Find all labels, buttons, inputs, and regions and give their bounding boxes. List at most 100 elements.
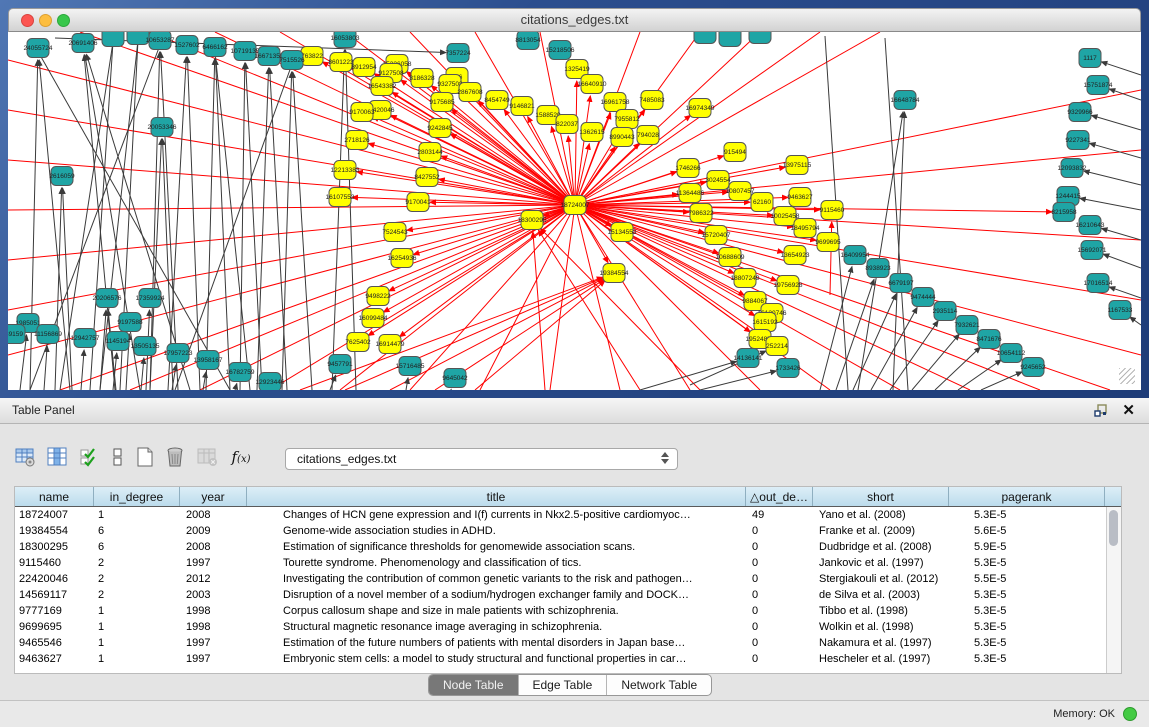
close-panel-icon[interactable]: ✕: [1122, 401, 1135, 419]
graph-node[interactable]: 16648784: [891, 91, 920, 110]
graph-node[interactable]: 13505135: [131, 337, 160, 356]
graph-node[interactable]: 2718126: [344, 131, 370, 150]
table-settings-icon[interactable]: [12, 444, 38, 470]
graph-node[interactable]: 9463627: [787, 188, 813, 207]
graph-node[interactable]: 7986322: [688, 204, 714, 223]
citation-edge-black[interactable]: [935, 347, 980, 390]
vertical-scrollbar[interactable]: [1106, 507, 1121, 673]
graph-node[interactable]: 1167533: [1108, 301, 1133, 320]
graph-node[interactable]: 9170041: [405, 193, 431, 212]
graph-node[interactable]: 915494: [724, 143, 746, 162]
citation-edge-black[interactable]: [100, 310, 106, 390]
tab-network-table[interactable]: Network Table: [607, 675, 711, 695]
graph-node[interactable]: 14136141: [734, 349, 763, 368]
column-header-short[interactable]: short: [813, 487, 949, 506]
function-icon[interactable]: f(x): [228, 444, 254, 470]
graph-node[interactable]: 17016514: [1084, 274, 1113, 293]
graph-node[interactable]: 9699695: [815, 233, 841, 252]
citation-edge-black[interactable]: [270, 68, 287, 390]
graph-node[interactable]: 1117: [1079, 49, 1101, 68]
citation-edge-black[interactable]: [235, 384, 237, 390]
citation-edge-black[interactable]: [406, 378, 408, 390]
table-row[interactable]: 1830029562008Estimation of significance …: [15, 539, 1121, 555]
graph-node[interactable]: 8427552: [414, 168, 440, 187]
graph-node[interactable]: 9457791: [327, 355, 353, 374]
graph-node[interactable]: 12923446: [256, 373, 285, 391]
graph-node[interactable]: 9175685: [429, 93, 455, 112]
citation-edge-red[interactable]: [410, 205, 575, 390]
graph-node[interactable]: 2867608: [457, 83, 483, 102]
node-table[interactable]: namein_degreeyeartitle△ out_de…shortpage…: [14, 486, 1122, 674]
tab-edge-table[interactable]: Edge Table: [519, 675, 608, 695]
graph-node[interactable]: 7357224: [445, 44, 471, 63]
citation-edge-black[interactable]: [1130, 317, 1141, 325]
graph-node[interactable]: 16543382: [368, 77, 397, 96]
scrollbar-thumb[interactable]: [1109, 510, 1118, 546]
graph-node[interactable]: 1733426: [775, 359, 801, 378]
graph-node[interactable]: 20053346: [148, 118, 177, 137]
column-visibility-icon[interactable]: [44, 444, 70, 470]
column-header-year[interactable]: year: [180, 487, 247, 506]
graph-node[interactable]: 9498222: [365, 287, 391, 306]
graph-node[interactable]: 10807457: [726, 182, 755, 201]
citation-edge-black[interactable]: [871, 307, 917, 390]
citation-edge-black[interactable]: [1084, 171, 1141, 185]
graph-node[interactable]: 9170063: [349, 103, 375, 122]
graph-node[interactable]: 8938923: [865, 259, 891, 278]
table-row[interactable]: 1938455462009Genome-wide association stu…: [15, 523, 1121, 539]
graph-node[interactable]: 16210643: [1076, 216, 1105, 235]
citation-edge-red[interactable]: [8, 160, 575, 205]
citation-edge-black[interactable]: [282, 72, 292, 390]
table-row[interactable]: 946362711997Embryonic stem cells: a mode…: [15, 651, 1121, 667]
graph-node[interactable]: 7625402: [345, 333, 371, 352]
column-header-out-degree[interactable]: △ out_de…: [746, 487, 813, 506]
graph-node[interactable]: 1527602: [174, 36, 200, 55]
table-row[interactable]: 1456911722003Disruption of a novel membe…: [15, 587, 1121, 603]
graph-node[interactable]: 13958167: [194, 351, 223, 370]
graph-node[interactable]: [719, 32, 741, 47]
network-canvas[interactable]: 1872400776382286012238912954152260589127…: [8, 32, 1141, 390]
graph-node[interactable]: 1145194: [106, 332, 131, 351]
column-header-in-degree[interactable]: in_degree: [94, 487, 180, 506]
graph-node[interactable]: 9474444: [910, 288, 936, 307]
graph-node[interactable]: 9115460: [820, 201, 845, 220]
citation-network-graph[interactable]: 1872400776382286012238912954152260589127…: [8, 32, 1141, 390]
citation-edge-black[interactable]: [240, 63, 245, 390]
float-panel-icon[interactable]: [1093, 403, 1109, 419]
graph-node[interactable]: 8215958: [1051, 203, 1077, 222]
graph-node[interactable]: [749, 32, 771, 44]
citation-edge-black[interactable]: [1109, 287, 1141, 298]
citation-edge-red[interactable]: [533, 232, 545, 390]
citation-edge-red[interactable]: [8, 205, 575, 210]
graph-node[interactable]: 19384554: [600, 264, 629, 283]
graph-node[interactable]: 8601223: [328, 53, 354, 72]
graph-node[interactable]: 12093832: [1058, 159, 1087, 178]
graph-node[interactable]: 15134553: [608, 223, 637, 242]
table-row[interactable]: 911546021997Tourette syndrome. Phenomeno…: [15, 555, 1121, 571]
graph-node[interactable]: [102, 32, 124, 47]
column-header-title[interactable]: title: [247, 487, 746, 506]
graph-node[interactable]: 13975115: [783, 156, 812, 175]
graph-node[interactable]: [694, 32, 716, 44]
graph-node[interactable]: 19756928: [774, 276, 803, 295]
graph-node[interactable]: 20691406: [69, 34, 98, 53]
graph-node[interactable]: 16409954: [841, 246, 870, 265]
citation-edge-red[interactable]: [8, 205, 575, 260]
graph-node[interactable]: 9227341: [1065, 131, 1091, 150]
graph-node[interactable]: 9197588: [117, 313, 143, 332]
graph-node[interactable]: 1615192: [752, 313, 778, 332]
graph-node[interactable]: 6679197: [888, 274, 914, 293]
graph-node[interactable]: 12942757: [71, 329, 100, 348]
graph-node[interactable]: 16782759: [226, 363, 255, 382]
graph-node[interactable]: 7524543: [382, 223, 408, 242]
graph-node[interactable]: 7515526: [279, 51, 305, 70]
graph-node[interactable]: 15692071: [1078, 241, 1107, 260]
graph-node[interactable]: 1362615: [579, 123, 605, 142]
citation-edge-black[interactable]: [187, 57, 200, 390]
graph-node[interactable]: 8186328: [409, 69, 435, 88]
tab-node-table[interactable]: Node Table: [429, 675, 519, 695]
graph-node[interactable]: 2803144: [417, 143, 443, 162]
column-header-pagerank[interactable]: pagerank: [949, 487, 1105, 506]
graph-node[interactable]: 16099484: [359, 309, 388, 328]
graph-node[interactable]: 17359924: [136, 289, 165, 308]
